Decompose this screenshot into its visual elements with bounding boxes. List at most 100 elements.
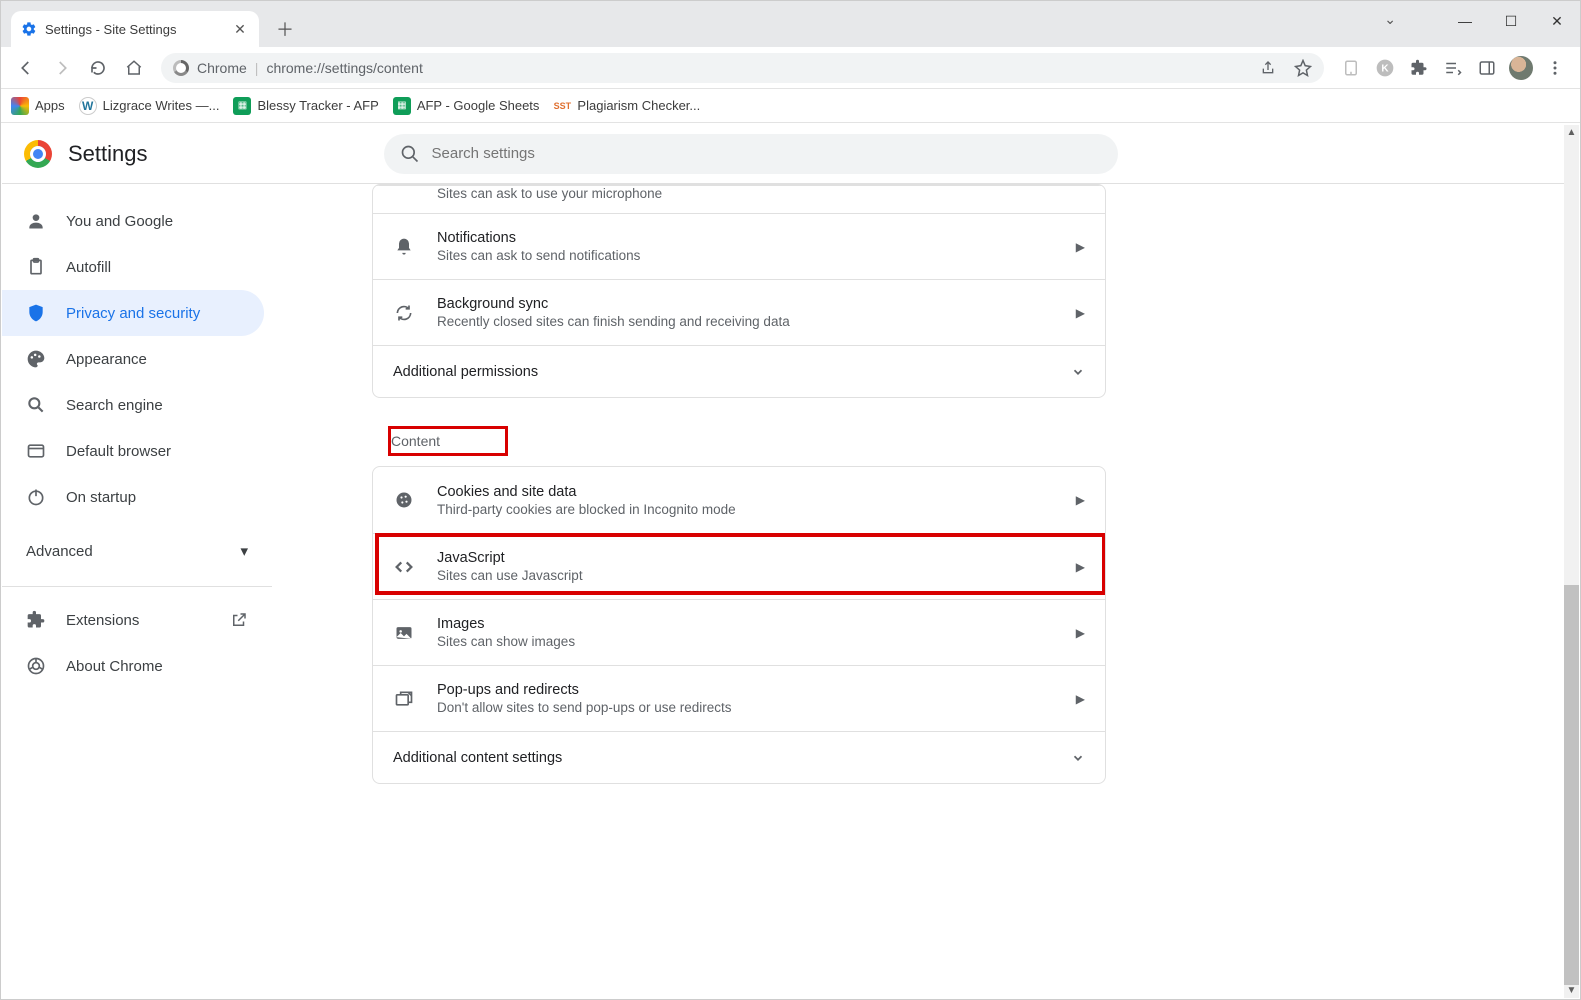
row-title: Images	[437, 616, 1054, 632]
chrome-outline-icon	[26, 656, 46, 676]
row-popups[interactable]: Pop-ups and redirectsDon't allow sites t…	[373, 665, 1105, 731]
sidebar-item-about[interactable]: About Chrome	[2, 643, 272, 689]
row-cookies[interactable]: Cookies and site dataThird-party cookies…	[373, 467, 1105, 533]
shield-icon	[26, 303, 46, 323]
extensions-icon[interactable]	[1404, 53, 1434, 83]
row-microphone-partial[interactable]: Sites can ask to use your microphone	[373, 185, 1105, 213]
kebab-menu-icon[interactable]	[1540, 53, 1570, 83]
new-tab-button[interactable]: ＋	[271, 15, 299, 43]
sidebar-item-label: About Chrome	[66, 658, 163, 675]
sidebar-item-label: Advanced	[26, 543, 93, 560]
sidebar-item-label: You and Google	[66, 213, 173, 230]
sidebar-item-appearance[interactable]: Appearance	[2, 336, 264, 382]
bookmark-apps[interactable]: Apps	[11, 97, 65, 115]
chevron-right-icon: ▶	[1076, 306, 1085, 320]
bookmark-item[interactable]: SSTPlagiarism Checker...	[553, 97, 700, 115]
address-bar[interactable]: Chrome | chrome://settings/content	[161, 53, 1324, 83]
back-button[interactable]	[11, 53, 41, 83]
popup-icon	[393, 689, 415, 709]
close-window-button[interactable]: ✕	[1534, 1, 1580, 41]
sidebar-item-advanced[interactable]: Advanced▾	[2, 526, 272, 576]
image-icon	[393, 623, 415, 643]
row-title: Cookies and site data	[437, 484, 1054, 500]
row-title: Notifications	[437, 230, 1054, 246]
browser-tab[interactable]: Settings - Site Settings ✕	[11, 11, 259, 47]
row-images[interactable]: Images Sites can show images ▶	[373, 599, 1105, 665]
close-tab-icon[interactable]: ✕	[231, 21, 249, 38]
scroll-down-icon[interactable]: ▼	[1564, 983, 1579, 998]
gear-icon	[21, 21, 37, 37]
forward-button[interactable]	[47, 53, 77, 83]
search-input[interactable]	[432, 145, 1102, 162]
sidebar-item-startup[interactable]: On startup	[2, 474, 264, 520]
profile-avatar[interactable]	[1506, 53, 1536, 83]
k-badge-icon[interactable]: K	[1370, 53, 1400, 83]
sidebar-item-label: Default browser	[66, 443, 171, 460]
bookmark-label: Blessy Tracker - AFP	[257, 98, 378, 113]
sidebar-item-extensions[interactable]: Extensions	[2, 597, 272, 643]
maximize-button[interactable]: ☐	[1488, 1, 1534, 41]
bookmark-label: Lizgrace Writes —...	[103, 98, 220, 113]
window-titlebar: Settings - Site Settings ✕ ＋ ⌄ — ☐ ✕	[1, 1, 1580, 47]
wordpress-icon: W	[79, 97, 97, 115]
bookmark-label: AFP - Google Sheets	[417, 98, 540, 113]
row-javascript[interactable]: JavaScript Sites can use Javascript ▶	[373, 533, 1105, 599]
row-description: Sites can ask to send notifications	[437, 248, 1054, 263]
sidebar-item-default[interactable]: Default browser	[2, 428, 264, 474]
row-background-sync[interactable]: Background sync Recently closed sites can…	[373, 279, 1105, 345]
row-title: Additional permissions	[393, 364, 538, 380]
sidebar-item-label: Privacy and security	[66, 305, 200, 322]
bookmark-item[interactable]: W Lizgrace Writes —...	[79, 97, 220, 115]
scroll-thumb[interactable]	[1564, 585, 1579, 985]
row-description: Recently closed sites can finish sending…	[437, 314, 1054, 329]
bookmark-label: Plagiarism Checker...	[577, 98, 700, 113]
bookmark-star-icon[interactable]	[1294, 59, 1312, 77]
sidebar-item-label: On startup	[66, 489, 136, 506]
bookmark-item[interactable]: ▦AFP - Google Sheets	[393, 97, 540, 115]
row-title: Background sync	[437, 296, 1054, 312]
window-controls: — ☐ ✕	[1442, 1, 1580, 41]
address-url: chrome://settings/content	[266, 60, 422, 76]
sidebar-item-search[interactable]: Search engine	[2, 382, 264, 428]
row-title: Additional content settings	[393, 750, 562, 766]
row-additional-content[interactable]: Additional content settings	[373, 731, 1105, 783]
media-icon[interactable]	[1438, 53, 1468, 83]
tabs-dropdown-icon[interactable]: ⌄	[1384, 11, 1396, 28]
tab-title: Settings - Site Settings	[45, 22, 223, 37]
row-description: Sites can show images	[437, 634, 1054, 649]
row-title: JavaScript	[437, 550, 1054, 566]
sidebar-item-privacy[interactable]: Privacy and security	[2, 290, 264, 336]
sidebar-item-label: Search engine	[66, 397, 163, 414]
chevron-right-icon: ▶	[1076, 626, 1085, 640]
row-description: Sites can use Javascript	[437, 568, 1054, 583]
site-info-icon[interactable]	[173, 60, 189, 76]
chevron-right-icon: ▶	[1076, 493, 1085, 507]
bookmark-item[interactable]: ▦Blessy Tracker - AFP	[233, 97, 378, 115]
page-scrollbar-track[interactable]: ▲ ▼	[1564, 125, 1579, 998]
person-icon	[26, 211, 46, 231]
puzzle-icon	[26, 610, 46, 630]
permissions-card: Sites can ask to use your microphone Not…	[372, 184, 1106, 398]
row-additional-permissions[interactable]: Additional permissions	[373, 345, 1105, 397]
page-title: Settings	[68, 141, 148, 167]
reload-button[interactable]	[83, 53, 113, 83]
sidebar-item-autofill[interactable]: Autofill	[2, 244, 264, 290]
side-panel-icon[interactable]	[1472, 53, 1502, 83]
bell-icon	[393, 237, 415, 257]
row-notifications[interactable]: Notifications Sites can ask to send notif…	[373, 213, 1105, 279]
browser-icon	[26, 441, 46, 461]
sidebar-item-you[interactable]: You and Google	[2, 198, 264, 244]
divider	[2, 586, 272, 587]
scroll-up-icon[interactable]: ▲	[1564, 125, 1579, 140]
minimize-button[interactable]: —	[1442, 1, 1488, 41]
chevron-right-icon: ▶	[1076, 560, 1085, 574]
home-button[interactable]	[119, 53, 149, 83]
search-settings[interactable]	[384, 134, 1118, 174]
row-description: Don't allow sites to send pop-ups or use…	[437, 700, 1054, 715]
sync-icon	[393, 303, 415, 323]
reader-icon[interactable]	[1336, 53, 1366, 83]
share-icon[interactable]	[1260, 60, 1276, 76]
search-icon	[400, 144, 420, 164]
sidebar-item-label: Appearance	[66, 351, 147, 368]
address-label: Chrome	[197, 60, 247, 76]
